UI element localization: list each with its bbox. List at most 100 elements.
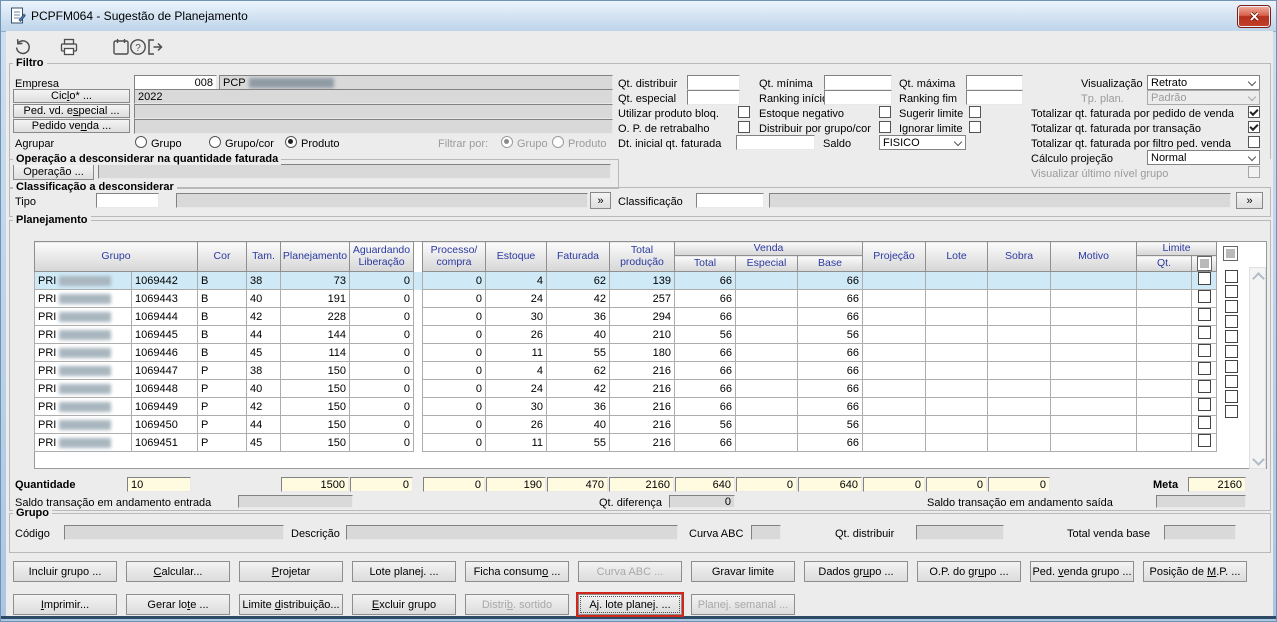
table-cell[interactable]: 4 <box>486 272 547 290</box>
table-cell[interactable]: 26 <box>486 416 547 434</box>
ciclo-button[interactable]: Ciclo* ... <box>13 89 130 103</box>
calculo-projecao-dropdown[interactable]: Normal <box>1147 150 1260 165</box>
table-cell[interactable]: 42 <box>247 398 281 416</box>
table-cell[interactable] <box>1137 398 1192 416</box>
table-cell[interactable]: 45 <box>247 344 281 362</box>
gerar-lote-button[interactable]: Gerar lote ... <box>126 594 230 615</box>
table-cell[interactable]: 216 <box>610 416 675 434</box>
table-cell[interactable]: 66 <box>798 398 863 416</box>
table-cell[interactable]: 180 <box>610 344 675 362</box>
table-cell[interactable]: 0 <box>423 344 486 362</box>
table-cell[interactable] <box>1137 290 1192 308</box>
table-cell[interactable] <box>736 362 798 380</box>
table-cell[interactable]: 144 <box>281 326 350 344</box>
table-cell[interactable]: 0 <box>423 362 486 380</box>
table-cell[interactable] <box>736 398 798 416</box>
table-cell[interactable]: 56 <box>675 326 736 344</box>
table-row[interactable]: PRI1069446B451140011551806666 <box>35 344 1217 362</box>
qt-especial-field[interactable] <box>687 90 740 105</box>
total-venda-base-field[interactable] <box>1164 525 1236 540</box>
table-cell[interactable]: 66 <box>798 380 863 398</box>
ped-vd-especial-field[interactable] <box>134 104 613 119</box>
table-cell[interactable]: 66 <box>798 272 863 290</box>
table-cell[interactable]: 66 <box>675 272 736 290</box>
table-cell[interactable] <box>926 290 988 308</box>
total-projecao-field[interactable]: 0 <box>863 477 925 492</box>
ped-venda-grupo-button[interactable]: Ped. venda grupo ... <box>1030 561 1134 582</box>
table-cell[interactable]: PRI <box>35 308 132 326</box>
table-cell[interactable]: 0 <box>423 290 486 308</box>
table-cell[interactable]: 26 <box>486 326 547 344</box>
table-cell[interactable]: P <box>198 416 247 434</box>
table-cell[interactable]: 294 <box>610 308 675 326</box>
table-cell[interactable]: PRI <box>35 434 132 452</box>
table-cell[interactable]: 66 <box>675 290 736 308</box>
table-cell[interactable]: 55 <box>547 344 610 362</box>
total-processo-field[interactable]: 0 <box>423 477 485 492</box>
table-cell[interactable]: 0 <box>350 326 414 344</box>
ignorar-limite-checkbox[interactable] <box>969 121 981 133</box>
total-planejamento-field[interactable]: 1500 <box>281 477 349 492</box>
table-row[interactable]: PRI1069450P441500026402165656 <box>35 416 1217 434</box>
tipo-expand-button[interactable]: » <box>590 192 611 209</box>
table-cell[interactable]: 1069450 <box>132 416 198 434</box>
table-cell[interactable]: 56 <box>798 416 863 434</box>
row-select-checkbox[interactable] <box>1198 326 1211 339</box>
table-cell[interactable]: 55 <box>547 434 610 452</box>
tipo-field[interactable] <box>96 193 159 208</box>
table-cell[interactable] <box>926 344 988 362</box>
table-row[interactable]: PRI1069442B3873004621396666 <box>35 272 1217 290</box>
table-cell[interactable]: 0 <box>423 434 486 452</box>
table-cell[interactable]: 0 <box>350 308 414 326</box>
table-cell[interactable] <box>926 326 988 344</box>
aj-lote-planej-button[interactable]: Aj. lote planej. ... <box>578 594 682 615</box>
table-cell[interactable] <box>988 362 1051 380</box>
table-cell[interactable]: 216 <box>610 362 675 380</box>
table-cell[interactable] <box>988 344 1051 362</box>
operacao-field[interactable] <box>98 164 611 179</box>
table-cell[interactable]: PRI <box>35 398 132 416</box>
table-cell[interactable]: 36 <box>547 398 610 416</box>
table-cell[interactable] <box>863 380 926 398</box>
table-cell[interactable]: 1069447 <box>132 362 198 380</box>
table-row[interactable]: PRI1069444B422280030362946666 <box>35 308 1217 326</box>
total-quantidade-field[interactable]: 10 <box>127 477 191 492</box>
table-cell[interactable] <box>988 272 1051 290</box>
select-all-checkbox[interactable] <box>1197 256 1212 271</box>
row-flag-checkbox[interactable] <box>1225 300 1238 313</box>
table-cell[interactable]: PRI <box>35 380 132 398</box>
table-cell[interactable]: 45 <box>247 434 281 452</box>
row-select-checkbox[interactable] <box>1198 416 1211 429</box>
table-cell[interactable]: 66 <box>675 434 736 452</box>
agrupar-produto-radio[interactable] <box>285 136 297 148</box>
table-cell[interactable]: 73 <box>281 272 350 290</box>
row-flag-checkbox[interactable] <box>1225 390 1238 403</box>
planej-semanal-button[interactable]: Planej. semanal ... <box>691 594 795 615</box>
table-cell[interactable]: 0 <box>350 434 414 452</box>
table-cell[interactable] <box>988 326 1051 344</box>
ficha-consumo-button[interactable]: Ficha consumo ... <box>465 561 569 582</box>
table-cell[interactable] <box>863 290 926 308</box>
row-flag-checkbox[interactable] <box>1225 345 1238 358</box>
table-cell[interactable] <box>1051 344 1137 362</box>
agrupar-grupo-radio[interactable] <box>135 136 147 148</box>
op-do-grupo-button[interactable]: O.P. do grupo ... <box>917 561 1021 582</box>
table-cell[interactable] <box>736 308 798 326</box>
table-cell[interactable]: P <box>198 362 247 380</box>
table-cell[interactable]: 66 <box>798 434 863 452</box>
dt-inicial-field[interactable] <box>736 135 815 150</box>
descricao-field[interactable] <box>346 525 678 540</box>
table-cell[interactable] <box>926 434 988 452</box>
table-cell[interactable] <box>926 380 988 398</box>
row-select-checkbox[interactable] <box>1198 344 1211 357</box>
table-cell[interactable]: 0 <box>423 272 486 290</box>
ranking-fim-field[interactable] <box>966 90 1023 105</box>
table-cell[interactable]: 40 <box>547 326 610 344</box>
table-cell[interactable]: B <box>198 290 247 308</box>
table-cell[interactable]: 0 <box>350 380 414 398</box>
table-cell[interactable]: 62 <box>547 272 610 290</box>
row-select-checkbox[interactable] <box>1198 380 1211 393</box>
table-cell[interactable] <box>926 272 988 290</box>
row-flag-checkbox[interactable] <box>1225 270 1238 283</box>
table-cell[interactable]: 42 <box>547 380 610 398</box>
